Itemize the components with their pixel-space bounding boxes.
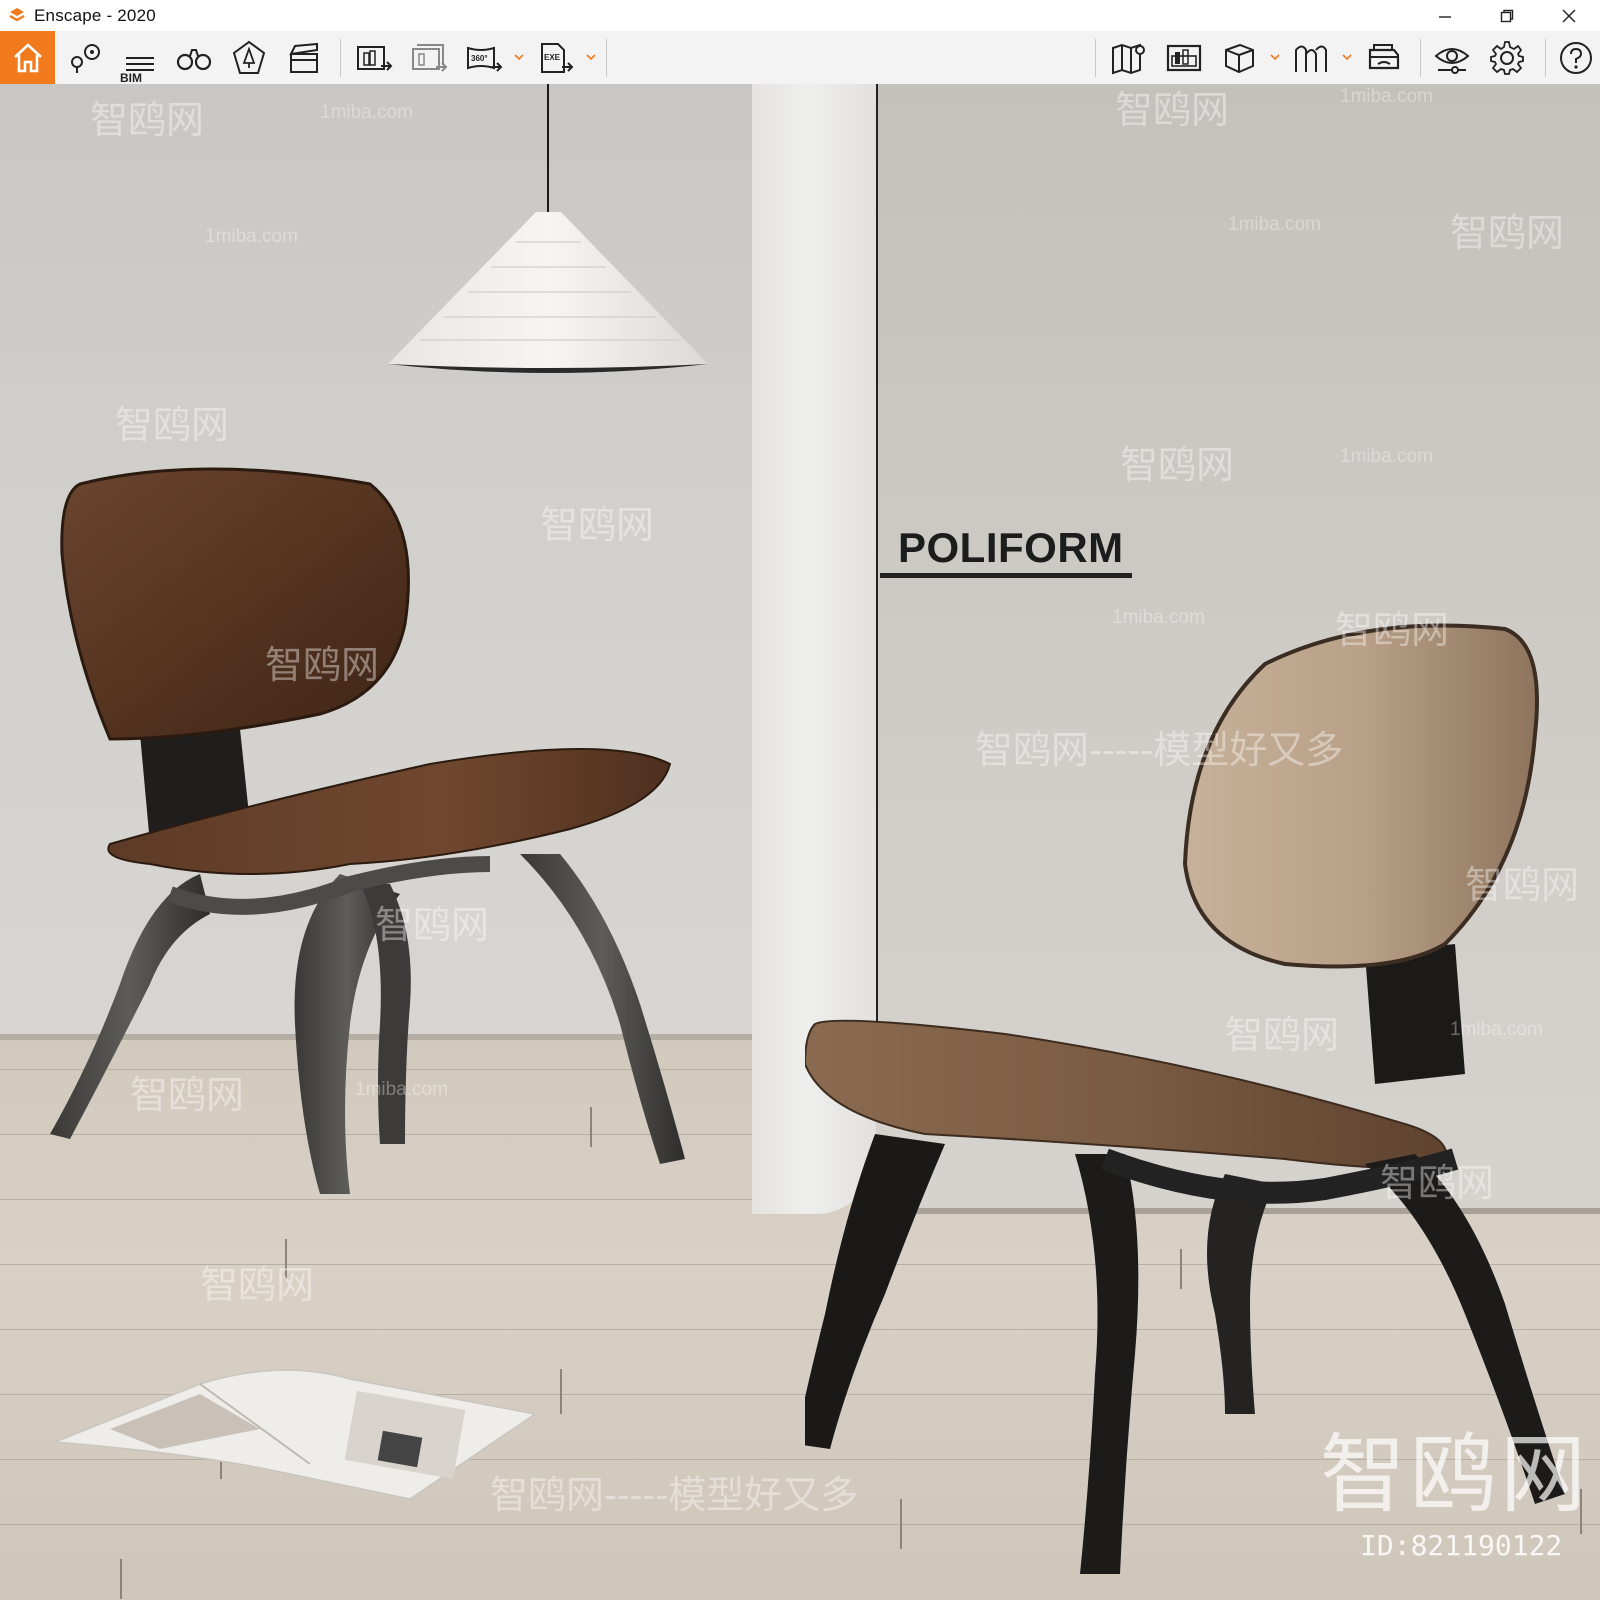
watermark-cn: 智鸥网 xyxy=(1380,1161,1495,1205)
svg-text:360°: 360° xyxy=(471,54,488,63)
section-dropdown-icon[interactable] xyxy=(1341,49,1353,65)
watermark-cn: 智鸥网 xyxy=(130,1073,245,1117)
home-icon xyxy=(13,42,42,72)
batch-export-button[interactable] xyxy=(405,31,453,84)
pendant-lamp xyxy=(388,212,708,373)
lounge-chair-left xyxy=(50,467,685,1194)
toolbar-separator xyxy=(340,39,341,77)
vr-headset-button[interactable] xyxy=(1360,31,1408,84)
main-toolbar: BIM 360° EXE xyxy=(0,31,1600,110)
export-image-icon xyxy=(357,45,393,71)
vr-headset-icon xyxy=(1368,43,1400,69)
watermark-site: 1miba.com xyxy=(205,226,298,247)
map-icon xyxy=(1112,43,1145,74)
ortho-dropdown-icon[interactable] xyxy=(1269,49,1281,65)
watermark-site: 1miba.com xyxy=(1228,214,1321,235)
views-icon xyxy=(71,43,100,73)
watermark-slogan: 智鸥网-----模型好又多 xyxy=(490,1473,859,1517)
watermark-cn: 智鸥网 xyxy=(1115,88,1230,132)
orthographic-cube-icon xyxy=(1225,43,1254,73)
panorama-dropdown-icon[interactable] xyxy=(513,49,525,65)
watermark-site: 1miba.com xyxy=(1340,86,1433,107)
watermark-big: 智鸥网 xyxy=(1320,1425,1590,1525)
watermark-id: ID:821190122 xyxy=(1360,1529,1563,1562)
watermark-cn: 智鸥网 xyxy=(1465,863,1580,907)
window-title: Enscape - 2020 xyxy=(34,5,156,25)
watermark-slogan: 智鸥网-----模型好又多 xyxy=(975,728,1344,772)
settings-button[interactable] xyxy=(1483,31,1531,84)
watermark-cn: 智鸥网 xyxy=(540,503,655,547)
watermark-site: 1miba.com xyxy=(1340,446,1433,467)
video-editor-button[interactable] xyxy=(280,31,328,84)
watermark-cn: 智鸥网 xyxy=(90,98,205,142)
watermark-cn: 智鸥网 xyxy=(1120,443,1235,487)
asset-library-icon xyxy=(232,40,266,74)
watermark-cn: 智鸥网 xyxy=(375,903,490,947)
panorama-360-icon: 360° xyxy=(467,46,503,72)
close-icon[interactable] xyxy=(1538,0,1600,31)
batch-export-icon xyxy=(412,43,448,72)
minimize-icon[interactable] xyxy=(1414,0,1476,31)
brand-logo-text: POLIFORM xyxy=(898,524,1124,571)
render-viewport[interactable]: POLIFORM 1miba.com 1miba.com 1miba.com 1… xyxy=(0,84,1600,1600)
watermark-site: 1miba.com xyxy=(1112,607,1205,628)
section-plane-button[interactable] xyxy=(1287,31,1335,84)
title-bar: Enscape - 2020 xyxy=(0,0,1600,31)
enscape-window: Enscape - 2020 BIM 360° EXE POLIFORM 1mi… xyxy=(0,0,1600,1600)
watermark-site: 1miba.com xyxy=(320,102,413,123)
video-editor-icon xyxy=(289,42,318,73)
visual-settings-icon xyxy=(1434,47,1470,74)
asset-library-button[interactable] xyxy=(225,31,273,84)
minimap-button[interactable] xyxy=(1160,31,1208,84)
toolbar-separator xyxy=(1420,39,1421,77)
home-button[interactable] xyxy=(0,31,55,84)
svg-text:EXE: EXE xyxy=(544,53,561,62)
export-image-button[interactable] xyxy=(350,31,398,84)
help-icon xyxy=(1559,41,1592,74)
binoculars-button[interactable] xyxy=(170,31,218,84)
bim-label: BIM xyxy=(120,71,142,85)
watermark-cn: 智鸥网 xyxy=(115,403,230,447)
brand-underline xyxy=(880,573,1132,578)
map-button[interactable] xyxy=(1105,31,1153,84)
window-controls xyxy=(1414,0,1600,31)
panorama-360-button[interactable]: 360° xyxy=(460,31,508,84)
help-button[interactable] xyxy=(1553,31,1598,84)
watermark-site: 1miba.com xyxy=(355,1079,448,1100)
enscape-logo-icon xyxy=(6,5,28,27)
watermark-cn: 智鸥网 xyxy=(1450,211,1565,255)
watermark-site: 1miba.com xyxy=(1450,1019,1543,1040)
magazine-on-floor xyxy=(54,1369,537,1500)
watermark-cn: 智鸥网 xyxy=(265,643,380,687)
exe-dropdown-icon[interactable] xyxy=(585,49,597,65)
orthographic-button[interactable] xyxy=(1215,31,1263,84)
restore-icon[interactable] xyxy=(1476,0,1538,31)
settings-gear-icon xyxy=(1490,40,1524,75)
watermark-cn: 智鸥网 xyxy=(1335,608,1450,652)
views-button[interactable] xyxy=(62,31,110,84)
toolbar-separator xyxy=(1545,39,1546,77)
binoculars-icon xyxy=(176,48,212,70)
section-plane-icon xyxy=(1295,45,1327,72)
toolbar-separator xyxy=(606,39,607,77)
lamp-cord xyxy=(547,84,549,219)
watermark-cn: 智鸥网 xyxy=(1225,1013,1340,1057)
toolbar-separator xyxy=(1095,39,1096,77)
watermark-cn: 智鸥网 xyxy=(200,1263,315,1307)
export-exe-icon: EXE xyxy=(541,42,574,73)
export-exe-button[interactable]: EXE xyxy=(532,31,580,84)
visual-settings-button[interactable] xyxy=(1428,31,1476,84)
minimap-icon xyxy=(1166,44,1202,71)
